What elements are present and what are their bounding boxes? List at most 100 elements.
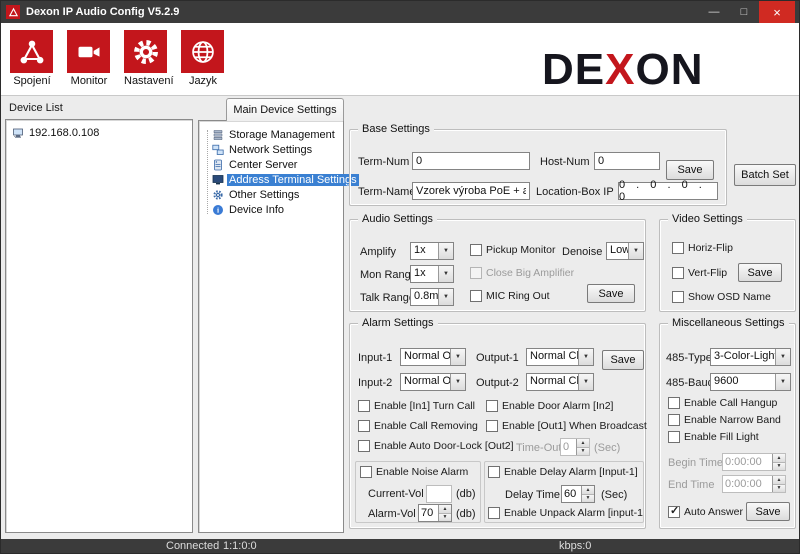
spinner-down-icon: [773, 463, 785, 471]
close-button[interactable]: ×: [759, 1, 795, 23]
miscellaneous-settings-title: Miscellaneous Settings: [668, 317, 789, 329]
enable-noise-alarm-checkbox[interactable]: Enable Noise Alarm: [360, 466, 468, 478]
tree-item-center-server[interactable]: Center Server: [199, 157, 343, 172]
spinner-buttons[interactable]: [438, 505, 451, 521]
tree-item-address-terminal-settings[interactable]: Address Terminal Settings: [199, 172, 343, 187]
mic-ring-out-checkbox[interactable]: MIC Ring Out: [470, 290, 550, 302]
enable-narrow-band-checkbox[interactable]: Enable Narrow Band: [668, 414, 781, 426]
show-osd-name-checkbox[interactable]: Show OSD Name: [672, 291, 771, 303]
delay-time-spinner[interactable]: 60: [561, 485, 595, 503]
video-settings-group: Video Settings Horiz-Flip Vert-Flip Save…: [659, 219, 796, 312]
485-baud-label: 485-Baud: [666, 377, 714, 389]
tree-item-label: Center Server: [227, 159, 299, 171]
input2-select[interactable]: Normal Open: [400, 373, 466, 391]
spinner-up-icon: [773, 454, 785, 463]
video-save-button[interactable]: Save: [738, 263, 782, 282]
toolbar: Spojení Monitor Nastavení Jazyk DEXON: [1, 23, 799, 96]
spinner-buttons[interactable]: [581, 486, 594, 502]
denoise-label: Denoise: [562, 246, 602, 258]
maximize-button[interactable]: □: [729, 1, 759, 23]
app-window: Dexon IP Audio Config V5.2.9 — □ × Spoje…: [0, 0, 800, 554]
checkbox-label: Enable Call Removing: [374, 420, 478, 432]
term-name-input[interactable]: [412, 182, 530, 200]
tree-item-other-settings[interactable]: Other Settings: [199, 187, 343, 202]
enable-call-hangup-checkbox[interactable]: Enable Call Hangup: [668, 397, 777, 409]
term-num-input[interactable]: [412, 152, 530, 170]
checkbox-box: [358, 420, 370, 432]
current-vol-unit: (db): [456, 488, 476, 500]
enable-out1-when-broadcast-checkbox[interactable]: Enable [Out1] When Broadcast: [486, 420, 647, 432]
miscellaneous-settings-group: Miscellaneous Settings 485-Type 3-Color-…: [659, 323, 796, 529]
device-item[interactable]: 192.168.0.108: [6, 125, 192, 140]
pickup-monitor-checkbox[interactable]: Pickup Monitor: [470, 244, 555, 256]
tree-item-storage-management[interactable]: Storage Management: [199, 127, 343, 142]
location-box-ip-input[interactable]: 0 . 0 . 0 . 0: [618, 182, 718, 200]
enable-unpack-alarm-checkbox[interactable]: Enable Unpack Alarm [input-1]: [488, 507, 644, 519]
auto-answer-checkbox[interactable]: Auto Answer: [668, 506, 743, 518]
denoise-select[interactable]: Low: [606, 242, 644, 260]
tree-item-network-settings[interactable]: Network Settings: [199, 142, 343, 157]
host-num-input[interactable]: [594, 152, 660, 170]
enable-in1-turn-call-checkbox[interactable]: Enable [In1] Turn Call: [358, 400, 475, 412]
toolbar-button-spojeni[interactable]: Spojení: [10, 30, 54, 87]
enable-delay-alarm-checkbox[interactable]: Enable Delay Alarm [Input-1]: [488, 466, 638, 478]
mon-range-label: Mon Range: [360, 269, 417, 281]
base-save-button[interactable]: Save: [666, 160, 714, 180]
audio-save-button[interactable]: Save: [587, 284, 635, 303]
output2-select[interactable]: Normal Close: [526, 373, 594, 391]
delay-time-label: Delay Time: [505, 489, 560, 501]
toolbar-button-nastaveni[interactable]: Nastavení: [124, 30, 168, 87]
spinner-down-icon: [439, 514, 451, 522]
computer-icon: [12, 127, 24, 139]
checkbox-label: Enable Call Hangup: [684, 397, 777, 409]
dropdown-arrow-icon: [578, 374, 593, 390]
alarm-vol-spinner[interactable]: 70: [418, 504, 452, 522]
term-name-label: Term-Name: [358, 186, 415, 198]
checkbox-label: Enable Narrow Band: [684, 414, 781, 426]
checkbox-box: [470, 290, 482, 302]
vert-flip-checkbox[interactable]: Vert-Flip: [672, 267, 727, 279]
checkbox-box: [668, 397, 680, 409]
485-baud-select[interactable]: 9600: [710, 373, 791, 391]
output1-select[interactable]: Normal Close: [526, 348, 594, 366]
current-vol-value: [426, 485, 452, 503]
connection-icon: [10, 30, 53, 73]
enable-call-removing-checkbox[interactable]: Enable Call Removing: [358, 420, 478, 432]
toolbar-button-monitor[interactable]: Monitor: [67, 30, 111, 87]
spinner-up-icon: [439, 505, 451, 514]
input1-select[interactable]: Normal Open: [400, 348, 466, 366]
device-list-panel: 192.168.0.108: [5, 119, 193, 533]
misc-save-button[interactable]: Save: [746, 502, 790, 521]
toolbar-button-jazyk[interactable]: Jazyk: [181, 30, 225, 87]
enable-auto-door-lock-out2-checkbox[interactable]: Enable Auto Door-Lock [Out2]: [358, 440, 514, 452]
checkbox-box: [360, 466, 372, 478]
checkbox-box: [668, 414, 680, 426]
settings-tree-panel: Storage Management Network Settings Cent…: [198, 120, 344, 533]
tab-main-device-settings[interactable]: Main Device Settings: [226, 98, 344, 121]
device-list-header: Device List: [9, 102, 63, 114]
checkbox-label: Enable Auto Door-Lock [Out2]: [374, 440, 514, 452]
horiz-flip-checkbox[interactable]: Horiz-Flip: [672, 242, 733, 254]
spinner-up-icon: [577, 439, 589, 448]
logo-text-x: X: [605, 45, 635, 94]
spinner-down-icon: [582, 495, 594, 503]
terminal-icon: [212, 174, 224, 186]
mon-range-select[interactable]: 1x: [410, 265, 454, 283]
status-counters: 1:1:0:0: [223, 540, 257, 552]
minimize-button[interactable]: —: [699, 1, 729, 23]
amplify-select[interactable]: 1x: [410, 242, 454, 260]
toolbar-button-label: Nastavení: [124, 75, 168, 87]
alarm-save-button[interactable]: Save: [602, 350, 644, 370]
talk-range-select[interactable]: 0.8m: [410, 288, 454, 306]
enable-door-alarm-in2-checkbox[interactable]: Enable Door Alarm [In2]: [486, 400, 613, 412]
close-big-amplifier-checkbox: Close Big Amplifier: [470, 267, 574, 279]
status-kbps: kbps:0: [559, 540, 591, 552]
tree-item-device-info[interactable]: i Device Info: [199, 202, 343, 217]
svg-text:i: i: [217, 205, 219, 214]
dropdown-arrow-icon: [438, 243, 453, 259]
batch-set-button[interactable]: Batch Set: [734, 164, 796, 186]
485-type-select[interactable]: 3-Color-Light: [710, 348, 791, 366]
checkbox-label: Enable Noise Alarm: [376, 466, 468, 478]
enable-fill-light-checkbox[interactable]: Enable Fill Light: [668, 431, 759, 443]
dropdown-arrow-icon: [775, 374, 790, 390]
